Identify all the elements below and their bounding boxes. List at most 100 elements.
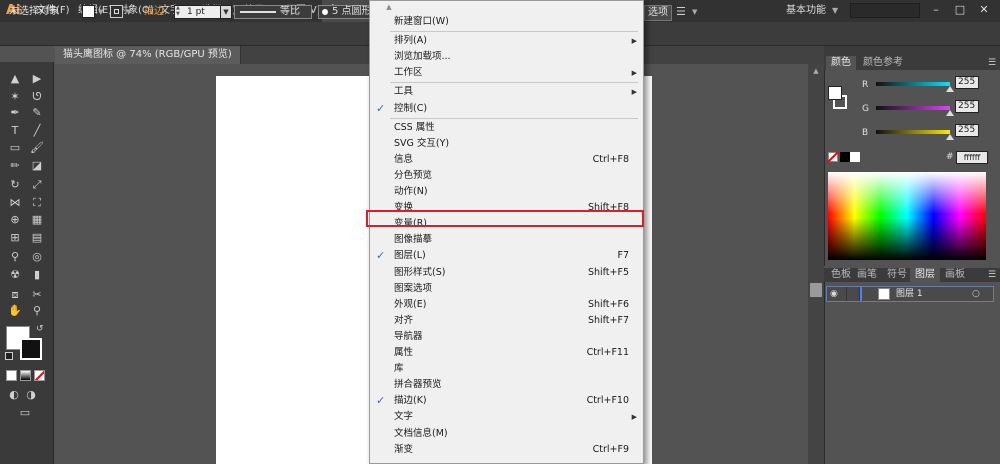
close-button[interactable]: ✕: [974, 2, 994, 18]
menu-item[interactable]: ✓ 描边(K) Ctrl+F10: [370, 393, 643, 409]
menu-item[interactable]: 排列(A) ▶: [370, 33, 643, 49]
visibility-eye-icon[interactable]: ◉: [830, 286, 838, 302]
options-button[interactable]: 选项: [644, 5, 672, 21]
menu-item[interactable]: CSS 属性: [370, 120, 643, 136]
slider-knob-b[interactable]: [946, 134, 954, 140]
tab-brushes[interactable]: 画笔: [852, 268, 882, 282]
menu-item[interactable]: 渐变 Ctrl+F9: [370, 442, 643, 458]
scroll-up-icon[interactable]: ▲: [808, 64, 824, 78]
menu-item[interactable]: 外观(E) Shift+F6: [370, 297, 643, 313]
slider-track-r[interactable]: [876, 82, 950, 86]
menu-item[interactable]: 文档信息(M): [370, 426, 643, 442]
slider-value-b[interactable]: 255: [955, 124, 979, 137]
fill-color-box[interactable]: [828, 86, 842, 100]
vertical-scrollbar[interactable]: [808, 64, 824, 464]
panel-dock-header[interactable]: [824, 46, 1000, 56]
menu-item[interactable]: 工作区 ▶: [370, 65, 643, 81]
rectangle-tool-icon[interactable]: ▭: [6, 139, 24, 157]
selection-tool-icon[interactable]: ▲: [6, 70, 24, 88]
menu-item[interactable]: 动作(N): [370, 184, 643, 200]
menu-item[interactable]: 浏览加载项...: [370, 49, 643, 65]
rotate-tool-icon[interactable]: ↻: [6, 176, 24, 194]
menu-item[interactable]: 属性 Ctrl+F11: [370, 345, 643, 361]
gradient-tool-icon[interactable]: ▤: [28, 229, 46, 247]
stroke-label[interactable]: 描边:: [144, 0, 167, 24]
menu-item[interactable]: 分色预览: [370, 168, 643, 184]
menu-item[interactable]: 文字 ▶: [370, 409, 643, 425]
symbol-sprayer-tool-icon[interactable]: ☢: [6, 266, 24, 284]
stroke-color-swatch[interactable]: [110, 5, 123, 18]
gradient-mode-button[interactable]: [20, 370, 31, 381]
panel-menu-icon[interactable]: ☰: [988, 270, 996, 280]
menu-item[interactable]: ✓ 控制(C): [370, 101, 643, 117]
slider-knob-r[interactable]: [946, 86, 954, 92]
pencil-tool-icon[interactable]: ✏: [6, 157, 24, 175]
tab-layers[interactable]: 图层: [910, 268, 940, 282]
minimize-button[interactable]: –: [926, 2, 946, 18]
menu-item[interactable]: 库: [370, 361, 643, 377]
tab-color[interactable]: 颜色: [826, 56, 856, 70]
slider-value-g[interactable]: 255: [955, 100, 979, 113]
default-colors-icon[interactable]: [5, 352, 13, 360]
chevron-down-icon[interactable]: ▼: [126, 0, 131, 24]
menu-item[interactable]: 图形样式(S) Shift+F5: [370, 265, 643, 281]
maximize-button[interactable]: □: [950, 2, 970, 18]
slider-value-r[interactable]: 255: [955, 76, 979, 89]
chevron-down-icon[interactable]: ▼: [692, 0, 697, 24]
menu-item[interactable]: 拼合器预览: [370, 377, 643, 393]
menu-item[interactable]: 图像描摹: [370, 232, 643, 248]
menu-item[interactable]: 导航器: [370, 329, 643, 345]
layer-name[interactable]: 图层 1: [896, 286, 923, 302]
slider-knob-g[interactable]: [946, 110, 954, 116]
menu-item[interactable]: 对齐 Shift+F7: [370, 313, 643, 329]
mesh-tool-icon[interactable]: ⊞: [6, 229, 24, 247]
zoom-tool-icon[interactable]: ⚲: [28, 302, 46, 320]
tab-color-guide[interactable]: 颜色参考: [858, 56, 908, 70]
tab-artboards[interactable]: 画板: [940, 268, 970, 282]
swap-fill-stroke-icon[interactable]: ↺: [36, 324, 44, 334]
curvature-tool-icon[interactable]: ✎: [28, 104, 46, 122]
color-mode-button[interactable]: [6, 370, 17, 381]
align-icon[interactable]: ☰: [676, 3, 690, 21]
scale-tool-icon[interactable]: ⤢: [28, 176, 46, 194]
screen-mode-icon[interactable]: ▭: [16, 404, 34, 422]
stepper-arrows-icon[interactable]: ▲ ▼: [176, 5, 180, 17]
stroke-weight-stepper[interactable]: 1 pt: [174, 5, 224, 19]
column-graph-tool-icon[interactable]: ▮: [28, 266, 46, 284]
menu-item[interactable]: 工具 ▶: [370, 84, 643, 100]
none-mode-button[interactable]: [34, 370, 45, 381]
slider-track-b[interactable]: [876, 130, 950, 134]
menu-item[interactable]: 新建窗口(W): [370, 14, 643, 30]
perspective-tool-icon[interactable]: ▦: [28, 211, 46, 229]
menu-item[interactable]: 信息 Ctrl+F8: [370, 152, 643, 168]
pen-tool-icon[interactable]: ✒: [6, 104, 24, 122]
stroke-weight-dropdown[interactable]: ▼: [220, 5, 232, 19]
hex-input[interactable]: ffffff: [956, 151, 988, 164]
menu-item[interactable]: 图案选项: [370, 281, 643, 297]
line-tool-icon[interactable]: ╱: [28, 122, 46, 140]
hand-tool-icon[interactable]: ✋: [6, 302, 24, 320]
eyedropper-tool-icon[interactable]: ⚲: [6, 248, 24, 266]
target-circle-icon[interactable]: ○: [972, 286, 980, 302]
paintbrush-tool-icon[interactable]: 🖌: [28, 139, 46, 157]
slider-track-g[interactable]: [876, 106, 950, 110]
eraser-tool-icon[interactable]: ◪: [28, 157, 46, 175]
scrollbar-thumb[interactable]: [810, 283, 822, 297]
tab-symbols[interactable]: 符号: [882, 268, 912, 282]
menu-item[interactable]: SVG 交互(Y): [370, 136, 643, 152]
width-tool-icon[interactable]: ⋈: [6, 194, 24, 212]
lock-toggle[interactable]: [846, 287, 860, 301]
menu-item[interactable]: ✓ 图层(L) F7: [370, 248, 643, 264]
type-tool-icon[interactable]: T: [6, 122, 24, 140]
color-spectrum[interactable]: [828, 172, 986, 260]
chevron-down-icon[interactable]: ▼: [832, 0, 838, 22]
menu-scroll-up-icon[interactable]: ▲: [369, 2, 409, 12]
document-tab[interactable]: 猫头鹰图标 @ 74% (RGB/GPU 预览): [55, 46, 241, 64]
blend-tool-icon[interactable]: ◎: [28, 248, 46, 266]
black-swatch[interactable]: [840, 152, 850, 162]
white-swatch[interactable]: [850, 152, 860, 162]
draw-behind-icon[interactable]: ◑: [22, 386, 40, 404]
search-input[interactable]: [850, 3, 920, 18]
shape-builder-tool-icon[interactable]: ⊕: [6, 211, 24, 229]
direct-selection-tool-icon[interactable]: ▶: [28, 70, 46, 88]
